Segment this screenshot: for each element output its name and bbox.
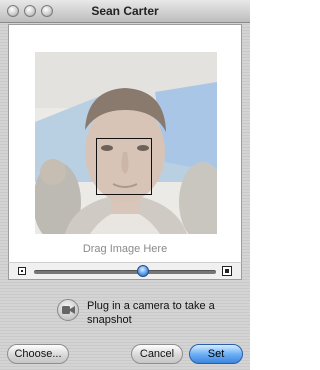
zoom-slider-thumb[interactable] <box>137 265 150 277</box>
cancel-button[interactable]: Cancel <box>131 344 183 364</box>
camera-message: Plug in a camera to take a snapshot <box>87 300 215 326</box>
choose-button[interactable]: Choose... <box>7 344 69 364</box>
drag-image-hint: Drag Image Here <box>82 243 168 255</box>
crop-frame[interactable] <box>96 138 152 195</box>
title-bar: Sean Carter <box>0 0 250 23</box>
zoom-slider-bar <box>8 262 242 280</box>
camera-icon <box>57 299 79 321</box>
set-button[interactable]: Set <box>189 344 243 364</box>
image-well[interactable]: Drag Image Here <box>8 24 242 278</box>
zoom-in-icon <box>222 266 232 276</box>
window-title: Sean Carter <box>91 4 159 18</box>
zoom-slider-track[interactable] <box>34 270 216 274</box>
profile-photo[interactable] <box>35 52 217 234</box>
zoom-out-icon <box>18 267 26 275</box>
picture-editor-window: Sean Carter Drag Image Here Plug in a ca… <box>0 0 250 370</box>
